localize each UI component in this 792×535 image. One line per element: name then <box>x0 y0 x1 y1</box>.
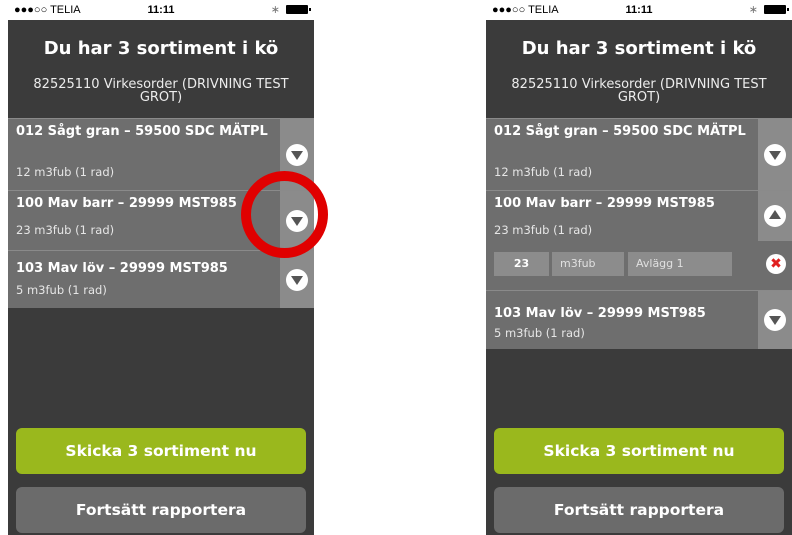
item-title: 103 Mav löv – 29999 MST985 <box>16 261 228 276</box>
list-item[interactable]: 012 Sågt gran – 59500 SDC MÄTPL 12 m3fub… <box>486 118 792 190</box>
right-phone-screen: ●●●○○ TELIA 11:11 ∗ Du har 3 sortiment i… <box>486 0 792 535</box>
item-subtitle: 12 m3fub (1 rad) <box>494 165 593 179</box>
continue-reporting-button[interactable]: Fortsätt rapportera <box>16 487 306 533</box>
list-item[interactable]: 103 Mav löv – 29999 MST985 5 m3fub (1 ra… <box>486 290 792 349</box>
send-button[interactable]: Skicka 3 sortiment nu <box>494 428 784 474</box>
item-subtitle: 23 m3fub (1 rad) <box>494 223 593 237</box>
continue-reporting-button[interactable]: Fortsätt rapportera <box>494 487 784 533</box>
item-title: 103 Mav löv – 29999 MST985 <box>494 306 706 321</box>
chevron-down-icon <box>286 268 308 291</box>
expand-toggle[interactable] <box>758 119 792 190</box>
page-title: Du har 3 sortiment i kö <box>521 38 757 59</box>
quantity-field[interactable]: 23 <box>494 252 549 276</box>
chevron-down-icon <box>764 143 786 166</box>
destination-field[interactable]: Avlägg 1 <box>628 252 732 276</box>
status-bar: ●●●○○ TELIA 11:11 ∗ <box>8 0 314 20</box>
bluetooth-icon: ∗ <box>270 4 280 16</box>
order-subtitle: 82525110 Virkesorder (DRIVNING TEST GROT… <box>511 77 767 105</box>
list-item-expanded[interactable]: 100 Mav barr – 29999 MST985 23 m3fub (1 … <box>486 190 792 290</box>
chevron-down-icon <box>286 143 308 166</box>
chevron-up-icon <box>764 205 786 227</box>
clock: 11:11 <box>625 4 653 16</box>
item-detail-row: 23 m3fub Avlägg 1 ✖ <box>486 243 792 283</box>
item-title: 012 Sågt gran – 59500 SDC MÄTPL <box>494 124 746 139</box>
bluetooth-icon: ∗ <box>748 4 758 16</box>
left-phone-screen: ●●●○○ TELIA 11:11 ∗ Du har 3 sortiment i… <box>8 0 314 535</box>
unit-field[interactable]: m3fub <box>552 252 624 276</box>
item-subtitle: 5 m3fub (1 rad) <box>494 326 585 340</box>
clock: 11:11 <box>147 4 175 16</box>
order-subtitle: 82525110 Virkesorder (DRIVNING TEST GROT… <box>33 77 289 105</box>
item-title: 100 Mav barr – 29999 MST985 <box>16 196 237 211</box>
collapse-toggle[interactable] <box>758 191 792 241</box>
item-title: 012 Sågt gran – 59500 SDC MÄTPL <box>16 124 268 139</box>
item-subtitle: 5 m3fub (1 rad) <box>16 283 107 297</box>
list-item[interactable]: 103 Mav löv – 29999 MST985 5 m3fub (1 ra… <box>8 250 314 308</box>
chevron-down-icon <box>764 309 786 331</box>
battery-icon <box>764 5 789 14</box>
expand-toggle[interactable] <box>280 251 314 308</box>
status-bar: ●●●○○ TELIA 11:11 ∗ <box>486 0 792 20</box>
send-button[interactable]: Skicka 3 sortiment nu <box>16 428 306 474</box>
highlight-circle <box>241 171 328 258</box>
page-title: Du har 3 sortiment i kö <box>43 38 279 59</box>
item-subtitle: 12 m3fub (1 rad) <box>16 165 115 179</box>
item-title: 100 Mav barr – 29999 MST985 <box>494 196 715 211</box>
expand-toggle[interactable] <box>758 291 792 349</box>
item-subtitle: 23 m3fub (1 rad) <box>16 223 115 237</box>
battery-icon <box>286 5 311 14</box>
remove-icon[interactable]: ✖ <box>766 254 786 274</box>
